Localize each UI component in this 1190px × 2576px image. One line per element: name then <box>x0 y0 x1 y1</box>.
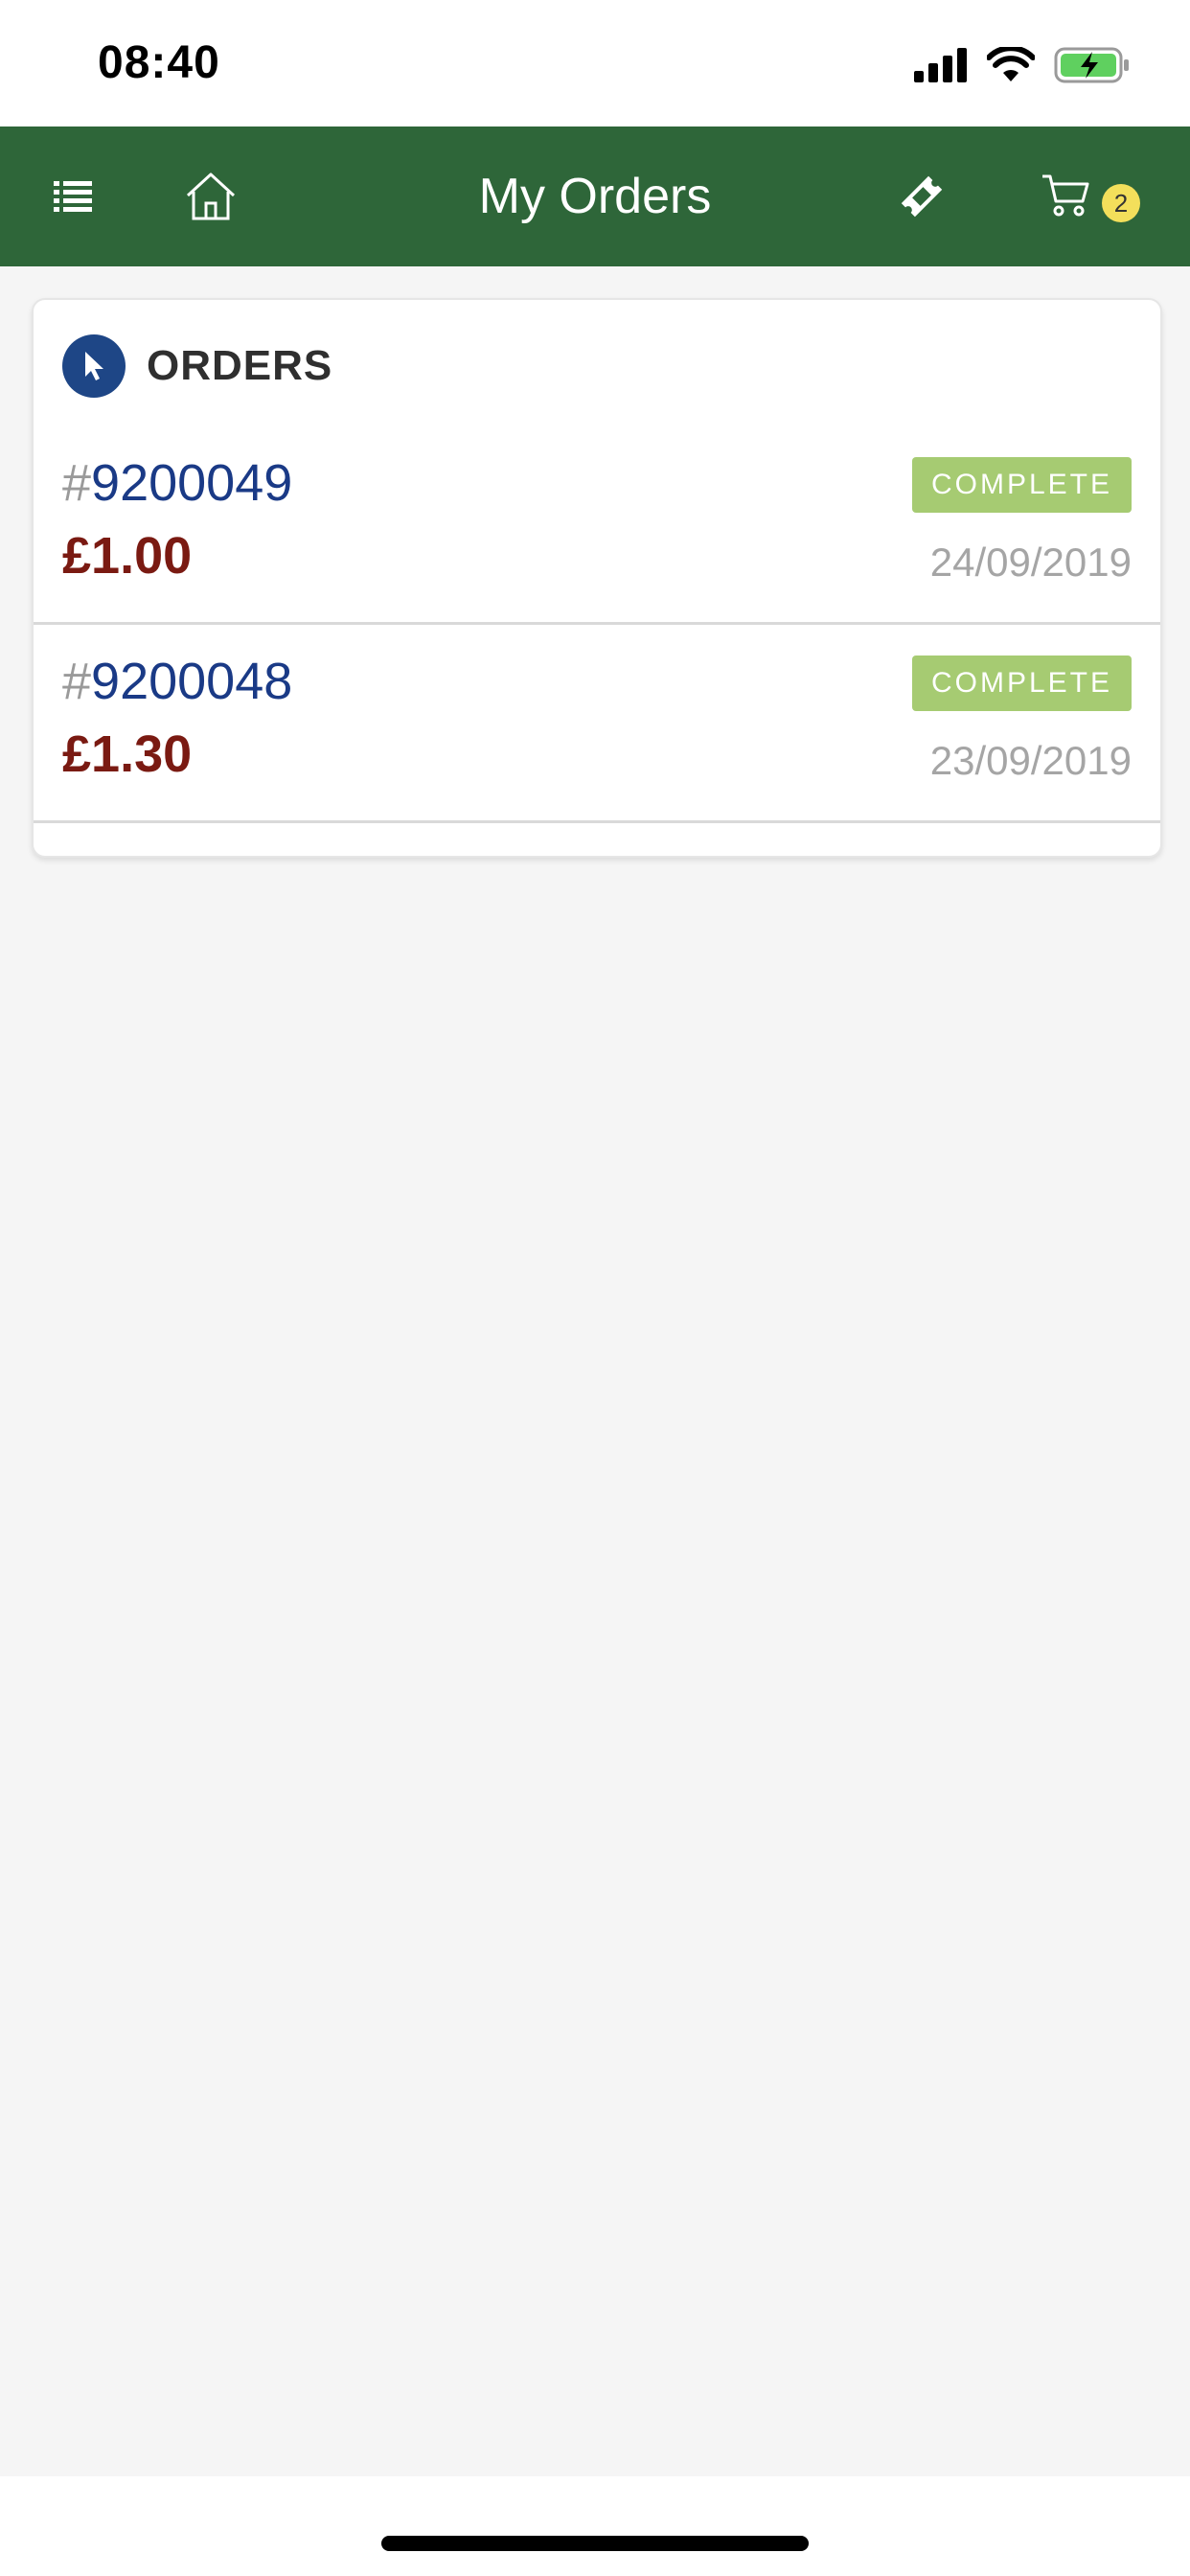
order-hash: # <box>62 454 92 512</box>
order-hash: # <box>62 653 92 710</box>
order-number-value: 9200049 <box>91 454 293 512</box>
list-icon <box>54 181 92 212</box>
orders-title: ORDERS <box>147 342 333 389</box>
orders-card: ORDERS #9200049 £1.00 COMPLETE 24/09/201… <box>32 298 1162 858</box>
menu-button[interactable] <box>38 126 107 266</box>
cart-button[interactable]: 2 <box>1031 126 1146 266</box>
wifi-icon <box>987 47 1035 81</box>
order-row[interactable]: #9200048 £1.30 COMPLETE 23/09/2019 <box>34 625 1160 823</box>
status-bar: 08:40 <box>0 0 1190 126</box>
status-badge: COMPLETE <box>911 656 1132 711</box>
home-icon <box>186 172 236 220</box>
order-row[interactable]: #9200049 £1.00 COMPLETE 24/09/2019 <box>34 426 1160 625</box>
status-time: 08:40 <box>98 37 220 88</box>
order-number: #9200049 <box>62 453 292 513</box>
voucher-button[interactable] <box>883 126 960 266</box>
order-number-value: 9200048 <box>91 653 293 710</box>
signal-icon <box>914 48 967 82</box>
order-number: #9200048 <box>62 652 292 711</box>
cart-icon <box>1042 174 1089 217</box>
cursor-icon <box>62 334 126 398</box>
cart-count-badge: 2 <box>1102 184 1140 222</box>
home-indicator[interactable] <box>381 2536 809 2551</box>
order-total: £1.00 <box>62 527 193 585</box>
orders-header: ORDERS <box>62 334 332 398</box>
status-icons <box>914 44 1131 86</box>
battery-charging-icon <box>1054 47 1129 83</box>
order-date: 23/09/2019 <box>929 738 1132 783</box>
order-total: £1.30 <box>62 725 193 783</box>
bottom-bar <box>0 2476 1190 2576</box>
app-header: My Orders 2 <box>0 126 1190 266</box>
order-date: 24/09/2019 <box>929 540 1132 585</box>
ticket-icon <box>901 175 943 218</box>
status-badge: COMPLETE <box>911 457 1132 513</box>
home-button[interactable] <box>172 126 249 266</box>
